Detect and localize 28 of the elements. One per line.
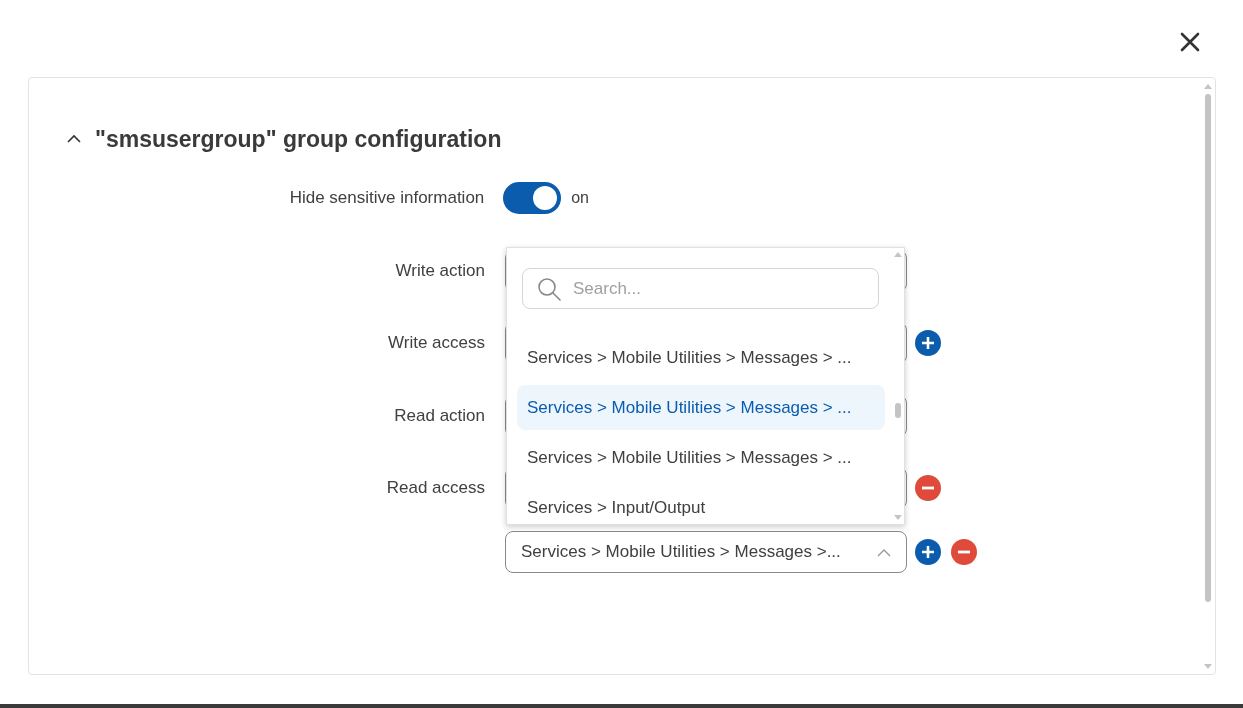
minus-icon — [957, 550, 971, 554]
remove-button[interactable] — [915, 475, 941, 501]
field-label: Write access — [387, 332, 485, 355]
remove-button[interactable] — [951, 539, 977, 565]
section-title: "smsusergroup" group configuration — [95, 125, 502, 154]
dropdown-option[interactable]: Services > Mobile Utilities > Messages > ... — [517, 385, 885, 430]
scroll-thumb[interactable] — [895, 403, 901, 418]
search-field[interactable]: Search... — [522, 268, 879, 309]
scroll-thumb[interactable] — [1205, 94, 1211, 602]
minus-icon — [921, 486, 935, 490]
close-icon — [1180, 32, 1200, 52]
plus-icon — [921, 545, 935, 559]
add-button[interactable] — [915, 539, 941, 565]
dropdown-option[interactable]: Services > Mobile Utilities > Messages > ... — [517, 435, 885, 480]
collapse-chevron-icon[interactable] — [67, 134, 81, 145]
toggle-label: Hide sensitive information — [288, 187, 485, 210]
toggle-switch[interactable] — [503, 182, 562, 214]
search-icon — [537, 277, 561, 301]
field-label: Write action — [394, 260, 485, 283]
plus-icon — [921, 336, 935, 350]
close-button[interactable] — [1179, 31, 1201, 53]
field-label: Read access — [385, 477, 485, 500]
field-label: Read action — [393, 405, 485, 428]
dropdown-option[interactable]: Services > Input/Output — [517, 485, 885, 524]
toggle-state: on — [571, 188, 589, 208]
add-button[interactable] — [915, 330, 941, 356]
dropdown-option[interactable]: Services > Mobile Utilities > Messages > ... — [517, 335, 885, 380]
select-field[interactable]: Services > Mobile Utilities > Messages >... — [505, 531, 907, 573]
